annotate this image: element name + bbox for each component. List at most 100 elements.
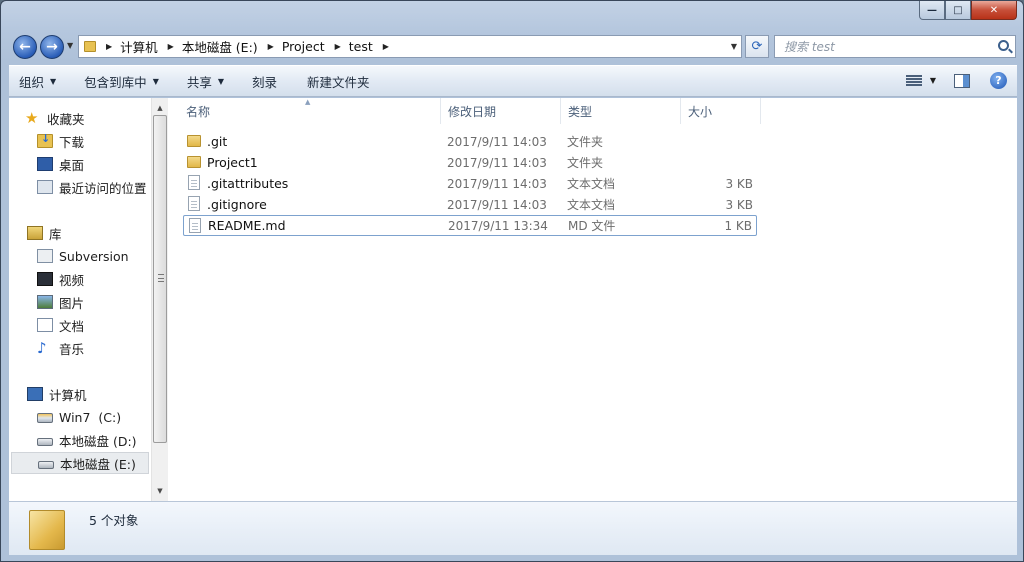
file-date: 2017/9/11 14:03 [447,134,547,149]
column-header-date[interactable]: 修改日期 [441,98,561,124]
desktop-icon [37,157,53,171]
view-options-icon[interactable] [905,74,922,87]
downloads-folder-icon [37,132,53,148]
sidebar-item-drive-d[interactable]: 本地磁盘 (D:) [37,429,149,451]
sidebar-item-label: 音乐 [59,341,85,357]
sidebar-item-downloads[interactable]: 下载 [37,130,149,152]
sidebar-item-recent[interactable]: 最近访问的位置 [37,176,149,198]
breadcrumb-separator-icon[interactable]: ▶ [268,42,274,51]
file-type: MD 文件 [568,219,616,233]
new-folder-button[interactable]: 新建文件夹 [297,72,380,91]
sidebar-item-libraries[interactable]: 库 [27,222,149,244]
column-header-type[interactable]: 类型 [561,98,681,124]
sidebar-item-favorites[interactable]: ★ 收藏夹 [25,107,149,129]
sidebar-item-drive-e[interactable]: 本地磁盘 (E:) [11,452,149,474]
explorer-window: — □ ✕ ← → ▼ ▶ 计算机 ▶ 本地磁盘 (E:) ▶ Project … [0,0,1024,562]
sidebar-item-label: 最近访问的位置 [59,180,147,196]
file-type: 文件夹 [567,135,604,149]
file-size: 3 KB [725,197,753,212]
breadcrumb-separator-icon[interactable]: ▶ [383,42,389,51]
search-icon[interactable] [998,40,1009,51]
scroll-down-icon[interactable]: ▼ [152,483,168,499]
sidebar-item-subversion[interactable]: Subversion [37,245,149,267]
column-header-row: 名称 修改日期 类型 大小 ▲ [169,98,1017,124]
share-button[interactable]: 共享 ▼ [177,72,234,91]
sidebar-item-drive-c[interactable]: Win7 (C:) [37,406,149,428]
text-file-icon [188,175,200,190]
breadcrumb-separator-icon[interactable]: ▶ [168,42,174,51]
breadcrumb-separator-icon[interactable]: ▶ [106,42,112,51]
file-date: 2017/9/11 14:03 [447,176,547,191]
file-list: 名称 修改日期 类型 大小 ▲ .git 2017/9/11 14:03 文件夹… [169,98,1017,501]
file-name: README.md [208,218,286,233]
table-row[interactable]: Project1 2017/9/11 14:03 文件夹 [183,152,757,173]
search-input[interactable]: 搜索 test [774,35,1016,58]
back-button[interactable]: ← [13,35,37,59]
video-library-icon [37,272,53,286]
sort-ascending-icon: ▲ [305,98,311,106]
share-label: 共享 [186,74,212,90]
address-history-dropdown[interactable]: ▼ [731,42,737,51]
minimize-button[interactable]: — [919,1,945,20]
recent-pages-dropdown[interactable]: ▼ [67,41,73,50]
table-row[interactable]: .gitattributes 2017/9/11 14:03 文本文档 3 KB [183,173,757,194]
sidebar-item-pictures[interactable]: 图片 [37,291,149,313]
breadcrumb-project[interactable]: Project [282,39,325,54]
pictures-library-icon [37,295,53,309]
hard-drive-icon [38,460,54,469]
breadcrumb-test[interactable]: test [349,39,373,54]
file-type: 文本文档 [567,198,616,212]
column-header-size[interactable]: 大小 [681,98,761,124]
help-icon[interactable]: ? [990,72,1007,89]
sidebar-item-label: 本地磁盘 (E:) [60,456,136,472]
burn-button[interactable]: 刻录 [242,72,287,91]
hard-drive-icon [37,437,53,446]
sidebar-item-desktop[interactable]: 桌面 [37,153,149,175]
breadcrumb-drive-e[interactable]: 本地磁盘 (E:) [182,37,258,56]
documents-library-icon [37,318,53,332]
scrollbar-thumb[interactable] [153,115,167,443]
sidebar-item-documents[interactable]: 文档 [37,314,149,336]
file-type: 文本文档 [567,177,616,191]
table-row[interactable]: README.md 2017/9/11 13:34 MD 文件 1 KB [183,215,757,236]
breadcrumb-computer[interactable]: 计算机 [120,37,158,56]
table-row[interactable]: .gitignore 2017/9/11 14:03 文本文档 3 KB [183,194,757,215]
sidebar-item-label: 下载 [59,134,85,150]
chevron-down-icon: ▼ [50,76,57,86]
forward-button[interactable]: → [40,35,64,59]
subversion-library-icon [37,249,53,263]
sidebar-item-videos[interactable]: 视频 [37,268,149,290]
sidebar-item-computer[interactable]: 计算机 [27,383,149,405]
sidebar-item-music[interactable]: ♪ 音乐 [37,337,149,359]
file-date: 2017/9/11 13:34 [448,218,548,233]
file-date: 2017/9/11 14:03 [447,155,547,170]
breadcrumb-separator-icon[interactable]: ▶ [335,42,341,51]
preview-pane-icon[interactable] [954,73,970,88]
file-name: .gitignore [207,197,267,212]
sidebar-scrollbar[interactable]: ▲ ▼ [151,98,168,501]
recent-places-icon [37,180,53,194]
scroll-up-icon[interactable]: ▲ [152,100,168,116]
address-bar[interactable]: ▶ 计算机 ▶ 本地磁盘 (E:) ▶ Project ▶ test ▶ ▼ [78,35,742,58]
close-button[interactable]: ✕ [971,1,1017,20]
folder-icon [187,156,201,168]
view-dropdown-icon[interactable]: ▼ [930,76,936,85]
star-icon: ★ [25,109,39,127]
include-in-library-label: 包含到库中 [84,74,147,90]
file-name: .git [207,134,228,149]
command-bar: 组织 ▼ 包含到库中 ▼ 共享 ▼ 刻录 新建文件夹 ▼ ? [9,65,1017,97]
sidebar-item-label: 图片 [59,295,85,311]
file-name: .gitattributes [207,176,289,191]
include-in-library-button[interactable]: 包含到库中 ▼ [74,72,169,91]
navigation-bar: ← → ▼ ▶ 计算机 ▶ 本地磁盘 (E:) ▶ Project ▶ test… [1,31,1023,63]
sidebar-item-label: 计算机 [49,387,87,403]
table-row[interactable]: .git 2017/9/11 14:03 文件夹 [183,131,757,152]
sidebar-item-label: 收藏夹 [47,111,85,127]
organize-button[interactable]: 组织 ▼ [9,72,66,91]
refresh-button[interactable]: ⟳ [745,35,769,58]
file-size: 3 KB [725,176,753,191]
file-size: 1 KB [724,218,752,233]
computer-icon [27,387,43,401]
blank-file-icon [189,218,201,233]
maximize-button[interactable]: □ [945,1,971,20]
